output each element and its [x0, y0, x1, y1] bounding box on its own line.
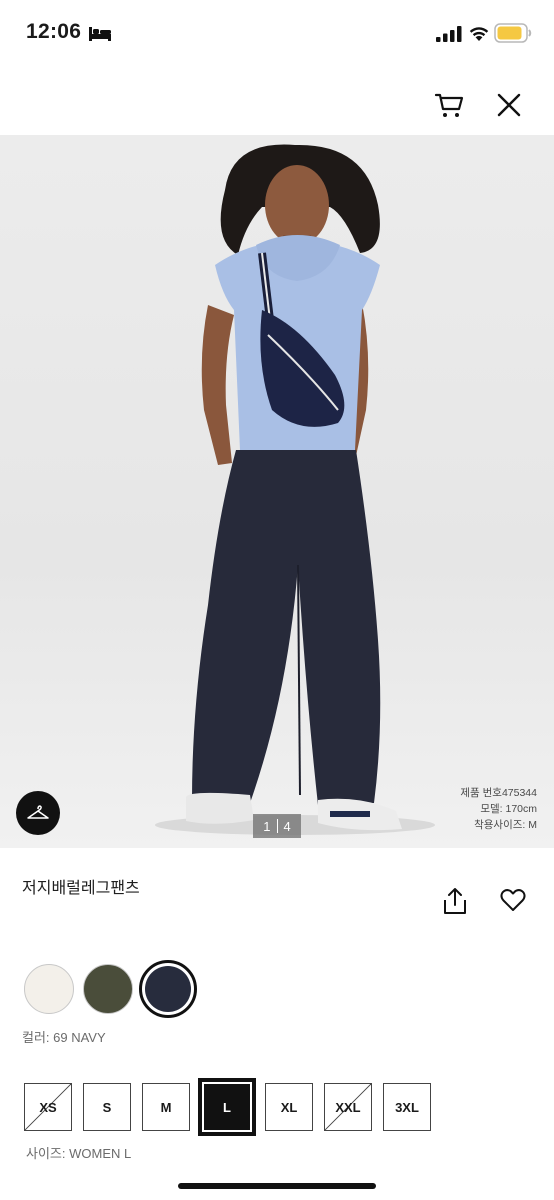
size-label-xs: XS	[39, 1099, 57, 1115]
model-info: 제품 번호475344 모델: 170cm 착용사이즈: M	[460, 785, 537, 833]
sleep-icon	[89, 27, 111, 41]
home-indicator	[178, 1183, 376, 1189]
close-icon[interactable]	[496, 92, 522, 118]
battery-icon	[494, 23, 532, 43]
worn-size: 착용사이즈: M	[474, 819, 537, 831]
share-icon[interactable]	[441, 886, 469, 916]
counter-divider	[276, 819, 278, 833]
size-button-3xl[interactable]: 3XL	[383, 1083, 431, 1131]
size-button-xxl[interactable]: XXL	[324, 1083, 372, 1131]
color-swatch-navy[interactable]	[139, 960, 197, 1018]
product-image[interactable]: 1 4 제품 번호475344 모델: 170cm 착용사이즈: M	[0, 135, 554, 848]
size-button-s[interactable]: S	[83, 1083, 131, 1131]
size-label-3xl: 3XL	[395, 1099, 419, 1115]
size-button-xs[interactable]: XS	[24, 1083, 72, 1131]
color-label: 컬러: 69 NAVY	[22, 1030, 106, 1045]
top-nav	[0, 66, 554, 136]
current-image-number: 1	[263, 818, 271, 834]
hanger-icon	[27, 805, 49, 819]
total-image-number: 4	[283, 818, 291, 834]
size-label-xl: XL	[280, 1099, 298, 1115]
product-number: 제품 번호475344	[460, 787, 537, 799]
try-on-button[interactable]	[16, 791, 60, 835]
size-label: 사이즈: WOMEN L	[26, 1146, 132, 1161]
product-name: 저지배럴레그팬츠	[22, 880, 140, 897]
wifi-icon	[469, 27, 489, 41]
status-bar: 12:06	[0, 0, 554, 66]
size-label-s: S	[102, 1099, 112, 1115]
cart-icon[interactable]	[434, 90, 464, 120]
image-counter: 1 4	[253, 814, 301, 838]
color-swatch-olive[interactable]	[83, 964, 133, 1014]
size-label-l: L	[223, 1099, 231, 1115]
color-swatch-white[interactable]	[24, 964, 74, 1014]
status-time: 12:06	[26, 20, 82, 43]
model-photo	[155, 144, 435, 835]
size-button-xl[interactable]: XL	[265, 1083, 313, 1131]
size-label-xxl: XXL	[335, 1099, 361, 1115]
size-button-l[interactable]: L	[198, 1078, 256, 1136]
model-height: 모델: 170cm	[480, 803, 537, 815]
battery-level	[497, 26, 522, 40]
size-button-m[interactable]: M	[142, 1083, 190, 1131]
size-label-m: M	[160, 1099, 172, 1115]
signal-icon	[436, 26, 462, 42]
heart-icon[interactable]	[499, 886, 527, 914]
